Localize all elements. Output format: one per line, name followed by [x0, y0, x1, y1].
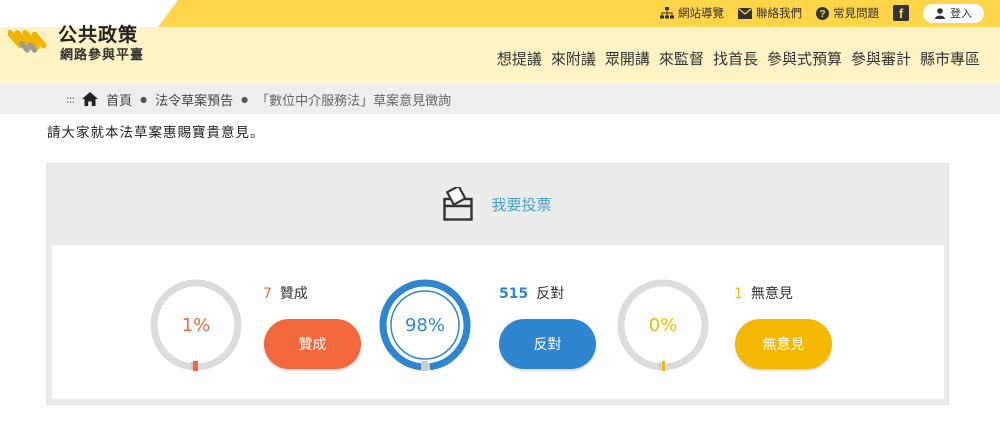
breadcrumb-home[interactable]: 首頁	[106, 90, 132, 109]
sitemap-icon	[660, 7, 674, 19]
nav-item-endorse[interactable]: 來附議	[551, 48, 596, 69]
nav-item-propose[interactable]: 想提議	[497, 48, 542, 69]
nav-item-discuss[interactable]: 眾開講	[605, 48, 650, 69]
site-title[interactable]: 公共政策	[58, 20, 138, 47]
site-header: 公共政策 網路參與平臺 網站導覽 聯絡我們 ? 常見問題 f 登入 想提議 來附…	[0, 0, 1000, 84]
sitemap-link[interactable]: 網站導覽	[660, 5, 724, 21]
nav-item-audit[interactable]: 參與審計	[851, 48, 911, 69]
vote-header: 我要投票	[47, 164, 948, 244]
nav-item-local[interactable]: 縣市專區	[920, 48, 980, 69]
nav-item-monitor[interactable]: 來監督	[659, 48, 704, 69]
neutral-count-label: 無意見	[750, 286, 793, 302]
neutral-button[interactable]: 無意見	[735, 319, 832, 369]
faq-label: 常見問題	[833, 6, 879, 20]
site-subtitle[interactable]: 網路參與平臺	[60, 44, 144, 63]
vote-options: 1% 7 贊成 贊成 98% 515 反對 反對 0% 1 無意見 無意見	[52, 245, 944, 399]
top-links: 網站導覽 聯絡我們 ? 常見問題 f 登入	[660, 3, 984, 23]
oppose-button[interactable]: 反對	[499, 319, 596, 369]
facebook-icon[interactable]: f	[893, 5, 909, 21]
sitemap-label: 網站導覽	[678, 6, 724, 20]
agree-button[interactable]: 贊成	[264, 319, 361, 369]
user-icon	[935, 7, 945, 19]
neutral-percent: 0%	[648, 314, 678, 336]
neutral-count: 1	[734, 286, 743, 302]
main-nav: 想提議 來附議 眾開講 來監督 找首長 參與式預算 參與審計 縣市專區	[497, 48, 980, 69]
login-button[interactable]: 登入	[923, 3, 984, 23]
nav-item-budget[interactable]: 參與式預算	[767, 48, 842, 69]
breadcrumb-anchor-icon[interactable]: :::	[66, 93, 75, 106]
oppose-percent: 98%	[404, 314, 445, 336]
agree-gauge: 1%	[148, 277, 244, 373]
oppose-count: 515	[499, 286, 529, 302]
oppose-count-label: 反對	[536, 286, 565, 302]
agree-percent: 1%	[181, 314, 211, 336]
agree-count-label: 贊成	[279, 286, 308, 302]
login-label: 登入	[950, 7, 972, 20]
agree-count: 7	[263, 286, 272, 302]
agree-count-line: 7 贊成	[263, 283, 308, 303]
vote-title[interactable]: 我要投票	[491, 194, 551, 215]
site-logo-icon[interactable]	[8, 16, 52, 60]
home-icon[interactable]	[82, 92, 99, 106]
intro-text: 請大家就本法草案惠賜寶貴意見。	[47, 125, 265, 141]
neutral-count-line: 1 無意見	[734, 283, 793, 303]
breadcrumb: ::: 首頁 ● 法令草案預告 ● 「數位中介服務法」草案意見徵詢	[0, 84, 1000, 114]
oppose-count-line: 515 反對	[499, 283, 564, 303]
oppose-gauge: 98%	[377, 277, 473, 373]
breadcrumb-separator-icon: ●	[241, 94, 249, 104]
breadcrumb-section[interactable]: 法令草案預告	[155, 90, 233, 109]
neutral-gauge: 0%	[615, 277, 711, 373]
breadcrumb-separator-icon: ●	[140, 94, 148, 104]
faq-link[interactable]: ? 常見問題	[816, 5, 879, 21]
header-diagonal	[158, 0, 178, 27]
ballot-box-icon	[443, 187, 474, 221]
question-circle-icon: ?	[816, 6, 829, 20]
contact-link[interactable]: 聯絡我們	[738, 5, 802, 21]
nav-item-officials[interactable]: 找首長	[713, 48, 758, 69]
contact-label: 聯絡我們	[756, 6, 802, 20]
vote-panel: 我要投票 1% 7 贊成 贊成 98% 515 反對 反對 0% 1 無意見 無…	[46, 163, 949, 405]
mail-icon	[738, 7, 752, 19]
breadcrumb-current: 「數位中介服務法」草案意見徵詢	[256, 93, 452, 109]
svg-text:?: ?	[819, 9, 825, 20]
